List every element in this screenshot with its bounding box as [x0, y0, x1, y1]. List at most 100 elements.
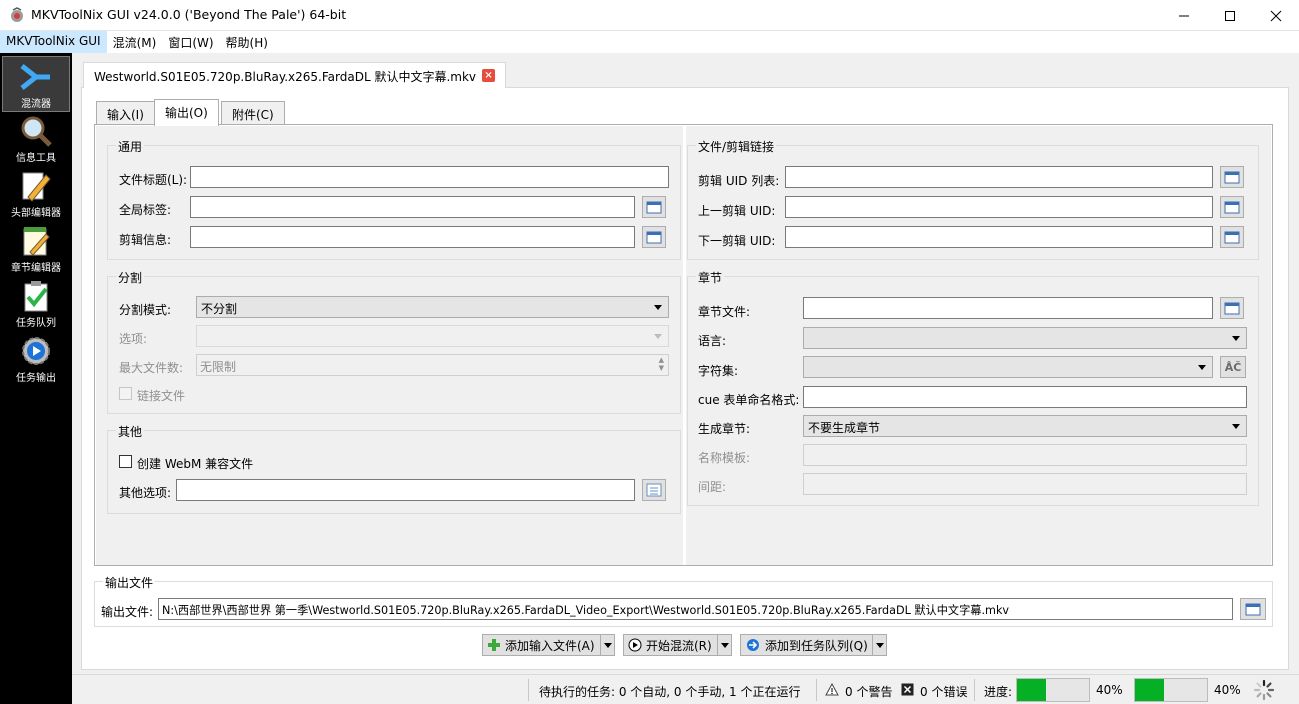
current-progress-bar — [1016, 678, 1090, 702]
menu-window[interactable]: 窗口(W) — [162, 31, 219, 53]
split-mode-label: 分割模式: — [119, 303, 172, 317]
chapter-file-input[interactable] — [803, 297, 1213, 319]
segment-info-label: 剪辑信息: — [119, 233, 172, 247]
close-tab-icon[interactable]: × — [482, 69, 496, 82]
tab-output[interactable]: 输出(O) — [154, 99, 219, 126]
global-tags-input[interactable] — [190, 196, 635, 218]
busy-spinner-icon — [1253, 679, 1275, 701]
chevron-down-icon — [1198, 365, 1206, 370]
menu-help[interactable]: 帮助(H) — [220, 31, 274, 53]
status-divider — [974, 679, 975, 701]
start-muxing-label: 开始混流(R) — [646, 638, 712, 653]
other-options-editor-button[interactable] — [642, 479, 666, 501]
misc-group-title: 其他 — [116, 423, 145, 440]
split-mode-select[interactable]: 不分割 — [196, 296, 669, 318]
file-browse-icon — [1224, 302, 1240, 315]
next-segment-uid-input[interactable] — [785, 226, 1213, 248]
segment-info-input[interactable] — [190, 226, 635, 248]
add-input-files-button[interactable]: 添加输入文件(A) — [482, 634, 615, 656]
sidebar-item-label: 信息工具 — [16, 153, 56, 164]
notepad-icon — [23, 227, 50, 256]
document-tab-label: Westworld.S01E05.720p.BluRay.x265.FardaD… — [94, 70, 477, 84]
generate-chapters-value: 不要生成章节 — [808, 421, 881, 435]
magnifier-icon — [21, 116, 52, 147]
chapter-file-browse-button[interactable] — [1220, 297, 1244, 319]
chevron-down-icon[interactable] — [872, 635, 886, 655]
next-segment-uid-label: 下一剪辑 UID: — [698, 234, 776, 248]
prev-segment-uid-label: 上一剪辑 UID: — [698, 204, 776, 218]
warnings-count[interactable]: 0 个警告 — [845, 683, 892, 700]
play-circle-icon — [628, 638, 642, 652]
output-file-group-title: 输出文件 — [103, 574, 156, 591]
chevron-down-icon[interactable] — [717, 635, 731, 655]
cue-naming-input[interactable] — [803, 386, 1247, 408]
generate-chapters-label: 生成章节: — [698, 422, 751, 436]
merge-arrow-icon — [20, 64, 50, 90]
file-title-input[interactable] — [190, 166, 669, 188]
close-icon — [1270, 10, 1282, 21]
minimize-button[interactable] — [1161, 0, 1207, 31]
charset-icon: ÅČ — [1224, 360, 1242, 374]
output-file-label: 输出文件: — [101, 605, 154, 619]
progress-fill — [1017, 679, 1046, 701]
interval-input[interactable] — [803, 473, 1247, 495]
status-bar: 待执行的任务: 0 个自动, 0 个手动, 1 个正在运行 0 个警告 0 个错… — [72, 674, 1299, 704]
split-mode-value: 不分割 — [201, 302, 238, 316]
output-file-browse-button[interactable] — [1240, 598, 1266, 620]
chapter-language-select[interactable] — [803, 327, 1247, 349]
sidebar-item-chapter-editor[interactable]: 章节编辑器 — [0, 221, 72, 277]
other-options-input[interactable] — [176, 479, 635, 501]
prev-segment-uid-input[interactable] — [785, 196, 1213, 218]
document-tab[interactable]: Westworld.S01E05.720p.BluRay.x265.FardaD… — [83, 62, 507, 88]
output-file-input[interactable]: N:\西部世界\西部世界 第一季\Westworld.S01E05.720p.B… — [158, 598, 1233, 620]
plus-icon — [488, 639, 500, 651]
split-options-label: 选项: — [119, 332, 148, 346]
segment-info-browse-button[interactable] — [642, 226, 666, 248]
queue-add-icon — [747, 639, 759, 651]
segment-uid-browse-button[interactable] — [1220, 166, 1244, 188]
interval-label: 间距: — [698, 480, 727, 494]
current-progress-text: 40% — [1096, 683, 1123, 697]
webm-checkbox[interactable] — [119, 455, 132, 468]
menu-merge[interactable]: 混流(M) — [107, 31, 163, 53]
title-bar: MKVToolNix GUI v24.0.0 ('Beyond The Pale… — [0, 0, 1299, 31]
start-muxing-button[interactable]: 开始混流(R) — [623, 634, 732, 656]
name-template-label: 名称模板: — [698, 451, 751, 465]
gear-play-icon — [22, 337, 50, 365]
total-progress-text: 40% — [1214, 683, 1241, 697]
next-segment-uid-browse-button[interactable] — [1220, 226, 1244, 248]
error-icon — [901, 683, 914, 696]
charset-detect-button[interactable]: ÅČ — [1220, 356, 1246, 378]
tab-input[interactable]: 输入(I) — [96, 101, 155, 125]
window-title: MKVToolNix GUI v24.0.0 ('Beyond The Pale… — [31, 7, 347, 22]
sidebar-item-job-output[interactable]: 任务输出 — [0, 331, 72, 387]
total-progress-bar — [1134, 678, 1208, 702]
segment-uid-list-input[interactable] — [785, 166, 1213, 188]
name-template-input[interactable] — [803, 444, 1247, 466]
chapter-file-label: 章节文件: — [698, 305, 751, 319]
sidebar-item-merge[interactable]: 混流器 — [2, 56, 70, 112]
close-button[interactable] — [1253, 0, 1299, 31]
generate-chapters-select[interactable]: 不要生成章节 — [803, 415, 1247, 437]
prev-segment-uid-browse-button[interactable] — [1220, 196, 1244, 218]
sidebar-item-label: 章节编辑器 — [11, 263, 61, 274]
errors-count[interactable]: 0 个错误 — [920, 683, 967, 700]
segment-uid-list-label: 剪辑 UID 列表: — [698, 174, 780, 188]
add-to-queue-button[interactable]: 添加到任务队列(Q) — [740, 634, 887, 656]
sidebar-item-job-queue[interactable]: 任务队列 — [0, 276, 72, 332]
max-files-spinbox[interactable]: 无限制 ▲ ▼ — [196, 354, 669, 376]
menu-mkvtoolnix[interactable]: MKVToolNix GUI — [0, 31, 107, 53]
chapter-charset-select[interactable] — [803, 356, 1213, 378]
link-files-checkbox[interactable] — [119, 387, 132, 400]
segment-linking-group-title: 文件/剪辑链接 — [696, 138, 777, 155]
chapter-language-label: 语言: — [698, 334, 727, 348]
maximize-button[interactable] — [1207, 0, 1253, 31]
global-tags-browse-button[interactable] — [642, 196, 666, 218]
sidebar-item-info[interactable]: 信息工具 — [0, 111, 72, 167]
max-files-value: 无限制 — [200, 360, 237, 374]
tab-attachments[interactable]: 附件(C) — [221, 101, 285, 125]
split-options-select[interactable] — [196, 325, 669, 347]
sidebar-item-header-editor[interactable]: 头部编辑器 — [0, 166, 72, 222]
sidebar-item-label: 任务队列 — [16, 318, 56, 329]
chevron-down-icon[interactable] — [600, 635, 614, 655]
